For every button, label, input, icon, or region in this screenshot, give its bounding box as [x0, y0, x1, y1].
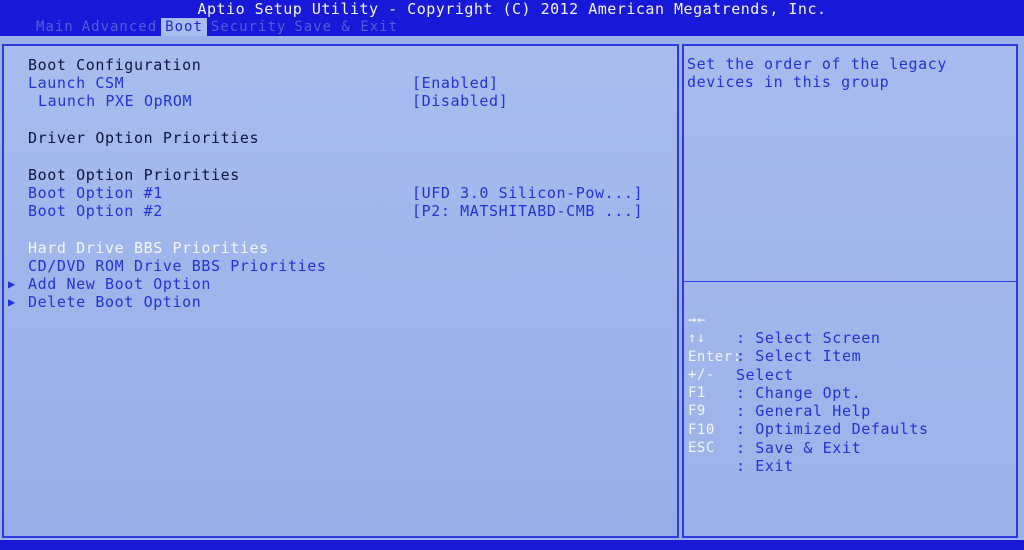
key-legend-row: Enter: Select [684, 330, 1014, 384]
tab-bar: Main Advanced Boot Security Save & Exit [32, 18, 402, 36]
cd-dvd-bbs-priorities[interactable]: CD/DVD ROM Drive BBS Priorities [28, 257, 327, 275]
key-legend-row: ESC : Exit [684, 421, 1014, 475]
section-boot-configuration: Boot Configuration [28, 56, 202, 74]
launch-pxe-value[interactable]: [Disabled] [412, 92, 508, 110]
tab-save-exit[interactable]: Save & Exit [290, 18, 402, 36]
key-esc: ESC [688, 440, 715, 456]
delete-boot-option[interactable]: Delete Boot Option [28, 293, 201, 311]
tab-advanced[interactable]: Advanced [78, 18, 161, 36]
tab-security[interactable]: Security [207, 18, 290, 36]
help-text-line-2: devices in this group [687, 73, 890, 91]
hard-drive-bbs-priorities[interactable]: Hard Drive BBS Priorities [28, 239, 269, 257]
add-new-boot-option[interactable]: Add New Boot Option [28, 275, 211, 293]
key-legend-row: F10 : Save & Exit [684, 403, 1014, 457]
help-panel: Set the order of the legacy devices in t… [682, 44, 1018, 538]
settings-panel: Boot Configuration Launch CSM [Enabled] … [2, 44, 679, 538]
key-legend-row: F9 : Optimized Defaults [684, 384, 1014, 438]
help-text-line-1: Set the order of the legacy [687, 55, 948, 73]
app-title: Aptio Setup Utility - Copyright (C) 2012… [197, 0, 827, 18]
boot-option-1-label[interactable]: Boot Option #1 [28, 184, 163, 202]
tab-boot[interactable]: Boot [161, 18, 207, 36]
boot-option-1-value[interactable]: [UFD 3.0 Silicon-Pow...] [412, 184, 643, 202]
launch-csm-label[interactable]: Launch CSM [28, 74, 124, 92]
launch-csm-value[interactable]: [Enabled] [412, 74, 499, 92]
boot-option-2-value[interactable]: [P2: MATSHITABD-CMB ...] [412, 202, 643, 220]
section-boot-option-priorities: Boot Option Priorities [28, 166, 240, 184]
submenu-arrow-icon: ▶ [8, 277, 16, 291]
tab-main[interactable]: Main [32, 18, 78, 36]
submenu-arrow-icon: ▶ [8, 295, 16, 309]
key-legend-row: →← : Select Screen [684, 293, 1014, 347]
key-legend-row: +/- : Change Opt. [684, 348, 1014, 402]
footer-bar [0, 540, 1024, 550]
key-legend-row: ↑↓ : Select Item [684, 311, 1014, 365]
header-bar: Aptio Setup Utility - Copyright (C) 2012… [0, 0, 1024, 36]
key-desc: : Save & Exit [736, 439, 862, 457]
key-legend-row: F1 : General Help [684, 366, 1014, 420]
boot-option-2-label[interactable]: Boot Option #2 [28, 202, 163, 220]
help-divider [684, 281, 1016, 282]
launch-pxe-label[interactable]: Launch PXE OpROM [38, 92, 192, 110]
section-driver-option-priorities: Driver Option Priorities [28, 129, 260, 147]
key-desc: : Exit [736, 457, 794, 475]
